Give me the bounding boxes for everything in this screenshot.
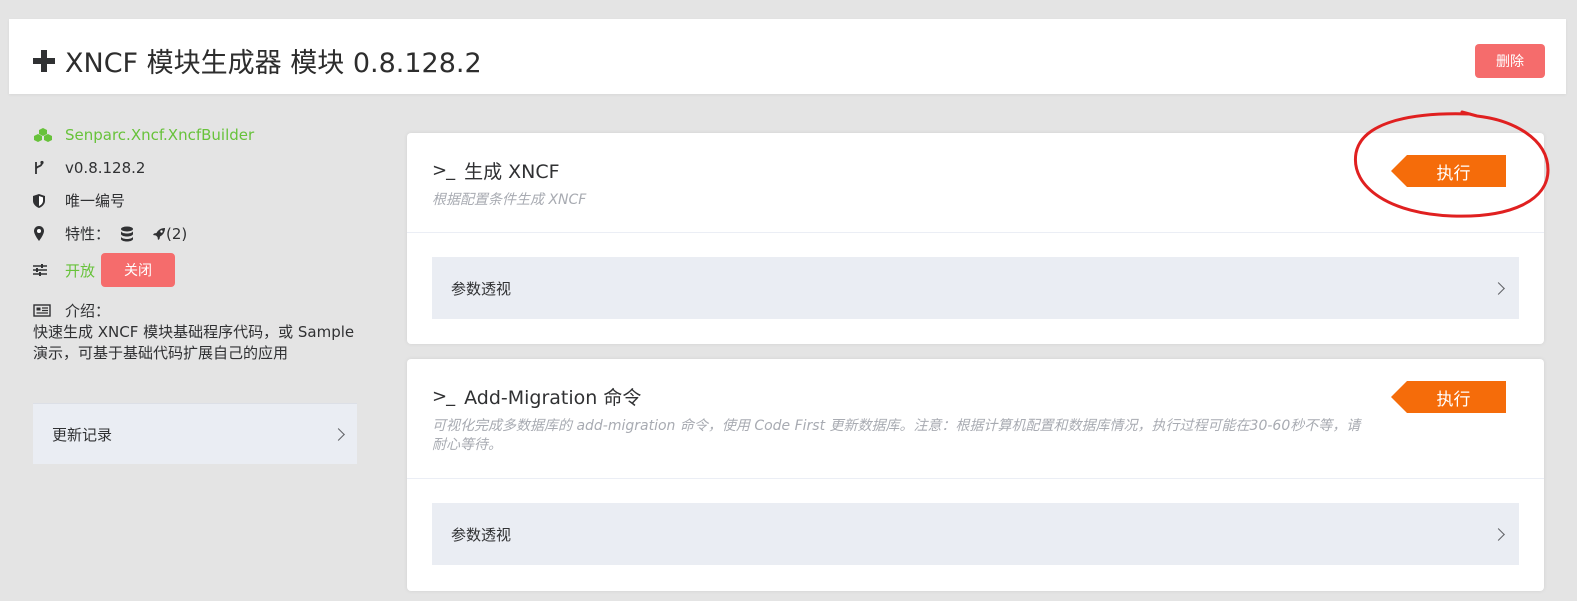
- changelog-label: 更新记录: [52, 425, 113, 444]
- module-info-panel: Senparc.Xncf.XncfBuilder v0.8.128.2 唯一编号…: [33, 118, 363, 364]
- intro-text: 快速生成 XNCF 模块基础程序代码，或 Sample 演示，可基于基础代码扩展…: [33, 323, 355, 362]
- rocket-icon: [152, 227, 166, 241]
- function-card-migration: >_ Add-Migration 命令 可视化完成多数据库的 add-migra…: [407, 359, 1544, 591]
- plus-icon: [33, 49, 55, 72]
- code-branch-icon: [33, 160, 65, 176]
- version-row: v0.8.128.2: [33, 151, 363, 184]
- function-card-generate: >_ 生成 XNCF 根据配置条件生成 XNCF 执行 参数透视: [407, 133, 1544, 344]
- database-icon: [120, 226, 134, 242]
- execute-button[interactable]: 执行: [1391, 381, 1506, 413]
- shield-icon: [33, 193, 65, 208]
- intro-label: 介绍：: [65, 302, 111, 320]
- state-open-text: 开放: [65, 261, 96, 280]
- card-description: 根据配置条件生成 XNCF: [432, 192, 587, 208]
- unique-id-row: 唯一编号: [33, 184, 363, 217]
- chevron-right-icon: [1492, 527, 1505, 541]
- state-row: 开放 关闭: [33, 250, 363, 290]
- sliders-icon: [33, 264, 65, 276]
- param-collapse[interactable]: 参数透视: [432, 257, 1519, 319]
- map-marker-icon: [33, 225, 65, 242]
- package-row: Senparc.Xncf.XncfBuilder: [33, 118, 363, 151]
- terminal-icon: >_: [432, 386, 455, 407]
- param-label: 参数透视: [451, 525, 512, 544]
- card-title-text: 生成 XNCF: [464, 161, 560, 183]
- newspaper-icon: [33, 304, 65, 317]
- page-title: XNCF 模块生成器 模块 0.8.128.2: [33, 41, 482, 80]
- delete-button[interactable]: 删除: [1475, 44, 1545, 78]
- package-name: Senparc.Xncf.XncfBuilder: [65, 125, 255, 144]
- param-collapse[interactable]: 参数透视: [432, 503, 1519, 565]
- page-title-text: XNCF 模块生成器 模块 0.8.128.2: [65, 48, 482, 79]
- terminal-icon: >_: [432, 160, 455, 181]
- cubes-icon: [33, 127, 65, 143]
- close-module-button[interactable]: 关闭: [101, 253, 176, 287]
- features-count: (2): [166, 224, 188, 243]
- unique-id-label: 唯一编号: [65, 192, 126, 210]
- changelog-collapse[interactable]: 更新记录: [33, 403, 357, 464]
- chevron-right-icon: [1492, 281, 1505, 295]
- page-header: XNCF 模块生成器 模块 0.8.128.2 删除: [9, 19, 1566, 94]
- card-title-text: Add-Migration 命令: [464, 387, 642, 409]
- card-header: >_ 生成 XNCF 根据配置条件生成 XNCF 执行: [407, 133, 1544, 233]
- intro-heading: 介绍：: [33, 300, 363, 321]
- card-title: >_ 生成 XNCF: [432, 157, 1519, 184]
- version-text: v0.8.128.2: [65, 158, 146, 177]
- chevron-right-icon: [332, 427, 345, 441]
- features-row: 特性： (2): [33, 217, 363, 250]
- param-label: 参数透视: [451, 279, 512, 298]
- card-header: >_ Add-Migration 命令 可视化完成多数据库的 add-migra…: [407, 359, 1544, 479]
- features-label: 特性：: [65, 225, 111, 243]
- card-title: >_ Add-Migration 命令: [432, 383, 1519, 410]
- execute-button[interactable]: 执行: [1391, 155, 1506, 187]
- card-description: 可视化完成多数据库的 add-migration 命令，使用 Code Firs…: [432, 418, 1361, 453]
